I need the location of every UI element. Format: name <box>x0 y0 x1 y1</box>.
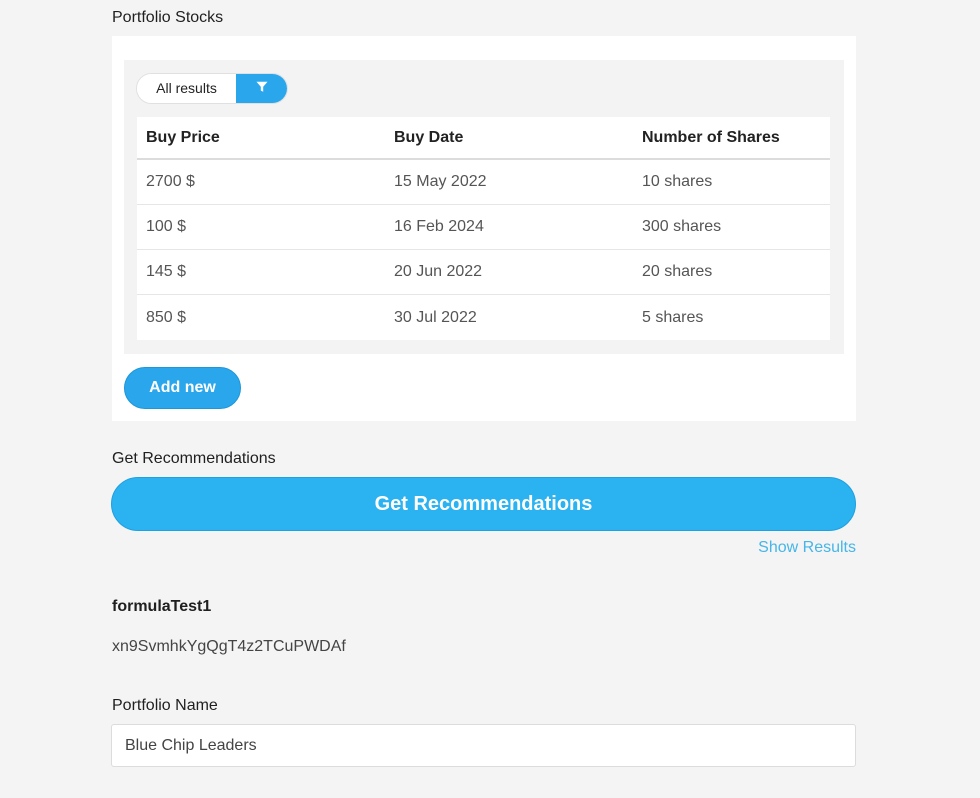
portfolio-stocks-label: Portfolio Stocks <box>112 9 224 26</box>
header-number-of-shares[interactable]: Number of Shares <box>633 129 830 147</box>
cell-buy-price: 850 $ <box>146 308 187 326</box>
cell-buy-date: 16 Feb 2024 <box>394 218 484 235</box>
table-row[interactable]: 100 $ 16 Feb 2024 300 shares <box>137 205 830 250</box>
get-recommendations-label: Get Recommendations <box>112 450 276 467</box>
portfolio-name-input[interactable] <box>111 724 856 767</box>
cell-buy-price: 100 $ <box>146 218 187 235</box>
all-results-button[interactable]: All results <box>137 74 236 103</box>
cell-number-of-shares: 10 shares <box>642 173 713 190</box>
cell-number-of-shares: 300 shares <box>642 218 722 235</box>
portfolio-stocks-card: All results Buy Price Buy Date Number of… <box>112 36 856 421</box>
filter-toggle-group: All results <box>136 73 288 104</box>
filter-funnel-icon <box>256 80 268 98</box>
formula-title: formulaTest1 <box>112 598 212 615</box>
show-results-link[interactable]: Show Results <box>758 539 856 557</box>
add-new-button[interactable]: Add new <box>124 367 241 409</box>
header-buy-price[interactable]: Buy Price <box>137 129 385 147</box>
stocks-table: Buy Price Buy Date Number of Shares 2700… <box>137 117 830 340</box>
formula-value: xn9SvmhkYgQgT4z2TCuPWDAf <box>112 638 346 655</box>
cell-buy-price: 2700 $ <box>146 173 195 190</box>
cell-buy-date: 15 May 2022 <box>394 173 487 190</box>
page: Portfolio Stocks All results Buy Price B… <box>0 0 980 798</box>
header-buy-date[interactable]: Buy Date <box>385 129 633 147</box>
table-row[interactable]: 145 $ 20 Jun 2022 20 shares <box>137 250 830 295</box>
table-header: Buy Price Buy Date Number of Shares <box>137 117 830 160</box>
cell-buy-date: 20 Jun 2022 <box>394 263 483 280</box>
table-row[interactable]: 2700 $ 15 May 2022 10 shares <box>137 160 830 205</box>
table-row[interactable]: 850 $ 30 Jul 2022 5 shares <box>137 295 830 340</box>
stocks-table-panel: All results Buy Price Buy Date Number of… <box>124 60 844 354</box>
get-recommendations-button[interactable]: Get Recommendations <box>111 477 856 531</box>
portfolio-name-label: Portfolio Name <box>112 697 218 714</box>
cell-buy-price: 145 $ <box>146 263 187 280</box>
cell-number-of-shares: 20 shares <box>642 263 713 280</box>
cell-buy-date: 30 Jul 2022 <box>394 308 477 326</box>
filter-button[interactable] <box>236 74 287 103</box>
cell-number-of-shares: 5 shares <box>642 308 704 326</box>
